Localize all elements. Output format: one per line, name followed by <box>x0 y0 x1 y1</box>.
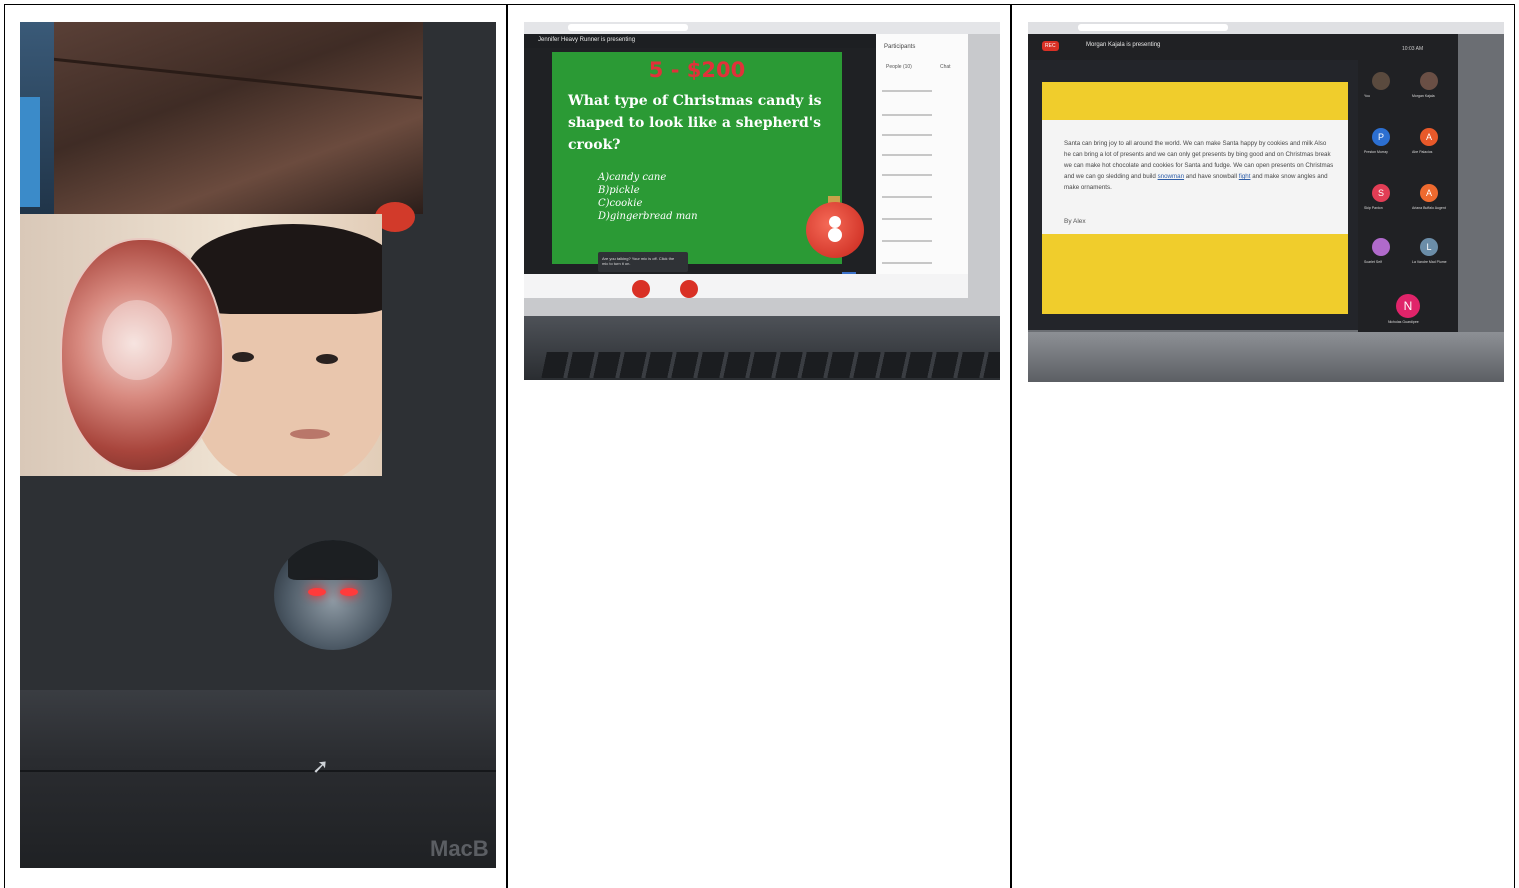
photo-yellow-slide: REC Morgan Kajala is presenting 10:03 AM… <box>1028 22 1504 382</box>
answer-option: C)cookie <box>598 198 643 209</box>
participant-avatar <box>1420 72 1438 90</box>
photo-video-call-laptop: ➚ MacB <box>20 22 496 868</box>
participant-avatar: L <box>1420 238 1438 256</box>
participant-avatar[interactable] <box>274 540 392 650</box>
participant-name: Skip Paxton <box>1364 206 1383 210</box>
answer-option: A)candy cane <box>598 172 667 183</box>
slide-question: What type of Christmas candy is shaped t… <box>568 93 822 153</box>
participant-tile[interactable]: Morgan Kajala <box>1410 66 1452 108</box>
tab-people[interactable]: People (10) <box>886 64 912 70</box>
participant-grid: You Morgan Kajala P Preston Murray A Abe Pala… <box>1358 60 1458 332</box>
mic-muted-toast: Are you talking? Your mic is off. Click … <box>598 252 688 272</box>
answer-option: D)gingerbread man <box>598 211 698 222</box>
participant-avatar: N <box>1396 294 1420 318</box>
mouse-cursor-icon: ➚ <box>312 756 329 778</box>
slide-title: 5 - $200 <box>648 58 746 82</box>
background-strip <box>20 97 40 207</box>
eye <box>232 352 254 362</box>
participant-avatar: S <box>1372 184 1390 202</box>
browser-chrome <box>1028 22 1504 34</box>
participant-tile[interactable]: A Ariana Buffalo Augent <box>1410 178 1452 220</box>
participant-tile[interactable]: L La Vandre Mad Plume <box>1410 232 1452 274</box>
laptop-brand-label: MacB <box>430 836 489 861</box>
presenter-bar: Jennifer Heavy Runner is presenting <box>524 34 876 48</box>
participant-name: Nicholas Guardipee <box>1388 320 1419 324</box>
address-bar[interactable] <box>1078 24 1228 31</box>
underlined-word: fight <box>1238 173 1251 180</box>
participant-tile[interactable]: You <box>1362 66 1404 108</box>
column-divider <box>1010 4 1012 888</box>
column-divider <box>506 4 508 888</box>
tab-chat[interactable]: Chat <box>940 64 951 70</box>
participant-name: La Vandre Mad Plume <box>1412 260 1447 264</box>
participant-avatar <box>1372 72 1390 90</box>
participant-name: Abe Palacios <box>1412 150 1433 154</box>
participant-avatar <box>1372 238 1390 256</box>
participant-tile[interactable]: S Skip Paxton <box>1362 178 1404 220</box>
participant-tile[interactable]: P Preston Murray <box>1362 122 1404 164</box>
participant-tile[interactable]: A Abe Palacios <box>1410 122 1452 164</box>
participant-tile[interactable]: N Nicholas Guardipee <box>1386 288 1428 330</box>
ornament <box>60 238 224 472</box>
participant-name: Preston Murray <box>1364 150 1388 154</box>
participant-name: Ariana Buffalo Augent <box>1412 206 1446 210</box>
slide-paragraph: Santa can bring joy to all around the wo… <box>1064 140 1334 191</box>
eye <box>316 354 338 364</box>
presenter-banner: Jennifer Heavy Runner is presenting <box>538 37 636 43</box>
background-couch <box>50 22 423 214</box>
address-bar[interactable] <box>568 24 688 31</box>
mouth <box>290 429 330 439</box>
mic-off-button[interactable] <box>632 280 650 298</box>
video-tile-child <box>20 214 382 476</box>
child-hair <box>188 224 382 314</box>
answer-option: B)pickle <box>598 185 640 196</box>
participant-avatar: A <box>1420 184 1438 202</box>
participant-name: You <box>1364 94 1370 98</box>
participants-panel: Participants People (10) Chat <box>876 34 968 280</box>
participant-avatar: A <box>1420 128 1438 146</box>
participant-name: Scarlet Self <box>1364 260 1382 264</box>
camera-off-button[interactable] <box>680 280 698 298</box>
slide-byline: By Alex <box>1064 218 1086 225</box>
photo-jeopardy-slide: Jennifer Heavy Runner is presenting 5 - … <box>524 22 1000 380</box>
recording-badge: REC <box>1042 41 1059 51</box>
laptop-bezel <box>20 690 496 868</box>
participant-avatar: P <box>1372 128 1390 146</box>
call-controls <box>524 274 968 298</box>
participant-tile[interactable]: Scarlet Self <box>1362 232 1404 274</box>
ornament-icon <box>806 202 864 258</box>
clock-readout: 10:03 AM <box>1402 46 1424 52</box>
jeopardy-slide: 5 - $200 What type of Christmas candy is… <box>552 52 864 284</box>
participant-name: Morgan Kajala <box>1412 94 1435 98</box>
underlined-word: snowman <box>1157 173 1185 180</box>
browser-chrome <box>524 22 1000 34</box>
panel-title: Participants <box>884 44 916 50</box>
presenter-banner: Morgan Kajala is presenting <box>1086 42 1161 48</box>
laptop-bezel <box>1028 332 1504 382</box>
